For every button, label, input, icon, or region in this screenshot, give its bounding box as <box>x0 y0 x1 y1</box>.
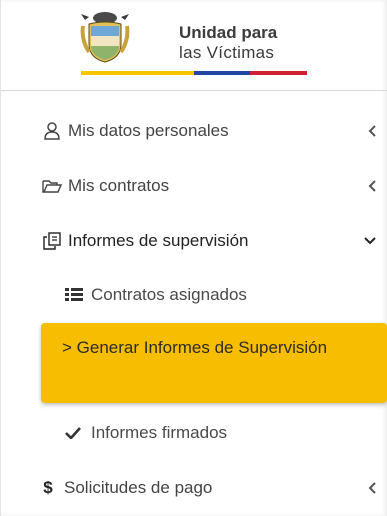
menu-label-personal-data: Mis datos personales <box>68 121 229 140</box>
submenu-label-generate-reports: > Generar Informes de Supervisión <box>62 338 328 357</box>
chevron-left-icon <box>368 180 376 192</box>
menu-item-supervision-reports[interactable]: Informes de supervisión <box>1 228 387 254</box>
submenu-label-signed-reports: Informes firmados <box>91 423 228 442</box>
brand-line-1: Unidad para <box>179 23 278 42</box>
menu-label-contracts: Mis contratos <box>68 176 170 195</box>
brand-header: Unidad para las Víctimas <box>1 0 387 91</box>
submenu-label-assigned-contracts: Contratos asignados <box>91 285 247 304</box>
submenu-item-signed-reports[interactable]: Informes firmados <box>1 420 387 446</box>
chevron-left-icon <box>368 482 376 494</box>
check-icon <box>65 424 83 442</box>
menu-item-contracts[interactable]: Mis contratos <box>1 173 387 199</box>
brand-line-2: las Víctimas <box>179 43 275 62</box>
flag-stripe-blue <box>194 71 250 75</box>
copy-icon <box>42 231 62 251</box>
chevron-left-icon <box>368 125 376 137</box>
flag-stripe <box>81 71 307 75</box>
user-icon <box>42 121 62 141</box>
coat-of-arms-icon <box>80 12 130 63</box>
flag-stripe-red <box>250 71 307 75</box>
submenu-item-assigned-contracts[interactable]: Contratos asignados <box>1 282 387 308</box>
sidebar: Unidad para las Víctimas Mis datos perso… <box>0 0 387 516</box>
menu-item-payment-requests[interactable]: $ Solicitudes de pago <box>1 475 387 501</box>
list-icon <box>65 286 83 304</box>
brand-name: Unidad para las Víctimas <box>179 23 277 63</box>
menu-label-payment-requests: Solicitudes de pago <box>64 478 213 497</box>
submenu-item-generate-reports[interactable]: > Generar Informes de Supervisión <box>41 323 387 403</box>
chevron-down-icon <box>364 237 376 245</box>
folder-open-icon <box>42 176 62 196</box>
menu-item-personal-data[interactable]: Mis datos personales <box>1 118 387 144</box>
dollar-icon: $ <box>43 478 53 497</box>
flag-stripe-yellow <box>81 71 194 75</box>
menu-label-supervision-reports: Informes de supervisión <box>68 231 249 250</box>
